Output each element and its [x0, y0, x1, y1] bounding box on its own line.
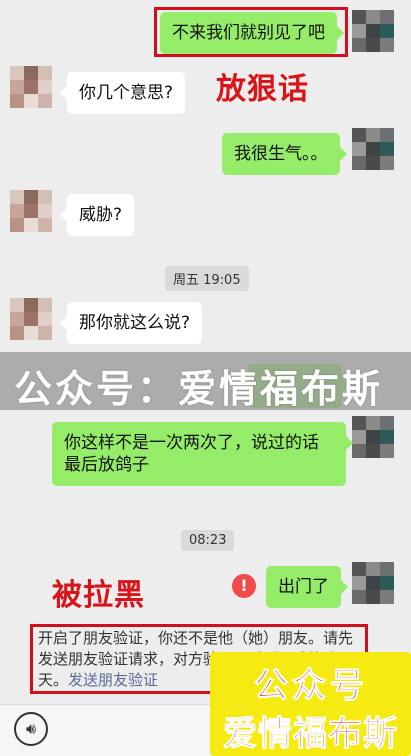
self-avatar[interactable] [352, 416, 394, 458]
warning-icon[interactable]: ! [232, 574, 256, 598]
send-verification-link[interactable]: 发送朋友验证 [68, 671, 158, 689]
timestamp: 周五 19:05 [165, 266, 249, 291]
timestamp: 08:23 [181, 530, 235, 551]
message-bubble[interactable]: 你这样不是一次两次了，说过的话 最后放鸽子 [52, 422, 353, 486]
message-bubble[interactable]: 出门了 [266, 566, 348, 608]
self-avatar[interactable] [352, 562, 394, 604]
contact-avatar[interactable] [10, 190, 52, 232]
message-bubble[interactable]: 我很生气。。 [222, 133, 346, 175]
annotation-threat: 放狠话 [216, 72, 309, 107]
message-bubble[interactable]: 那你就这么说? [59, 302, 203, 344]
self-avatar[interactable] [352, 128, 394, 170]
message-bubble[interactable]: 你几个意思? [59, 72, 186, 114]
watermark-stamp-line2: 爱情福布斯 [223, 714, 398, 755]
message-bubble[interactable]: 不来我们就别见了吧 [160, 12, 344, 54]
watermark-banner-text: 公众号：爱情福布斯 [14, 367, 384, 411]
message-bubble[interactable]: 威胁? [59, 194, 135, 236]
watermark-stamp-line1: 公众号 [254, 666, 368, 707]
contact-avatar[interactable] [10, 298, 52, 340]
voice-icon[interactable]: 🔊︎ [14, 712, 48, 746]
self-avatar[interactable] [352, 10, 394, 52]
contact-avatar[interactable] [10, 66, 52, 108]
annotation-blocked: 被拉黑 [52, 578, 145, 613]
